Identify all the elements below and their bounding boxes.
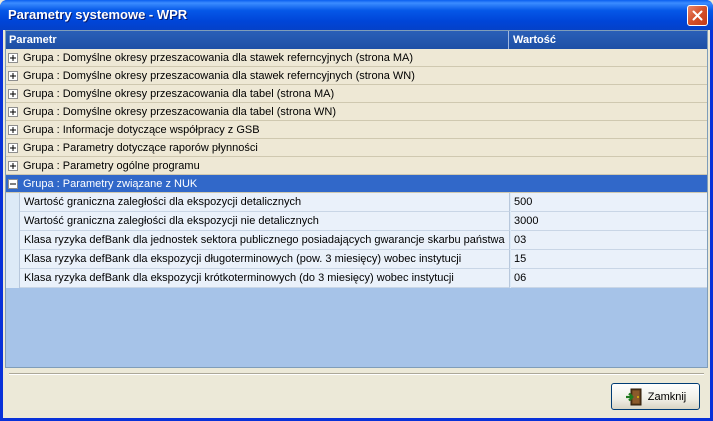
- group-row[interactable]: Grupa : Domyślne okresy przeszacowania d…: [6, 49, 707, 67]
- zamknij-button-label: Zamknij: [647, 390, 687, 403]
- collapse-icon[interactable]: [8, 179, 18, 189]
- group-label: Grupa : Domyślne okresy przeszacowania d…: [23, 88, 335, 100]
- group-row[interactable]: Grupa : Domyślne okresy przeszacowania d…: [6, 67, 707, 85]
- parameter-name: Klasa ryzyka defBank dla ekspozycji krót…: [20, 269, 510, 288]
- group-label: Grupa : Informacje dotyczące współpracy …: [23, 124, 260, 136]
- parameter-row[interactable]: Klasa ryzyka defBank dla jednostek sekto…: [6, 231, 707, 250]
- parameter-row[interactable]: Wartość graniczna zaległości dla ekspozy…: [6, 212, 707, 231]
- footer-separator: [9, 373, 704, 375]
- expand-icon[interactable]: [8, 107, 18, 117]
- row-indent: [6, 250, 20, 269]
- group-label: Grupa : Domyślne okresy przeszacowania d…: [23, 52, 414, 64]
- parameter-row[interactable]: Klasa ryzyka defBank dla ekspozycji dług…: [6, 250, 707, 269]
- group-label: Grupa : Domyślne okresy przeszacowania d…: [23, 70, 415, 82]
- parameter-name: Klasa ryzyka defBank dla ekspozycji dług…: [20, 250, 510, 269]
- parameters-grid[interactable]: Parametr Wartość Grupa : Domyślne okresy…: [5, 30, 708, 368]
- grid-header: Parametr Wartość: [6, 31, 707, 49]
- group-row[interactable]: Grupa : Domyślne okresy przeszacowania d…: [6, 103, 707, 121]
- window-title: Parametry systemowe - WPR: [8, 7, 188, 22]
- parameter-name: Klasa ryzyka defBank dla jednostek sekto…: [20, 231, 510, 250]
- group-row[interactable]: Grupa : Informacje dotyczące współpracy …: [6, 121, 707, 139]
- close-window-button[interactable]: [687, 5, 708, 26]
- expand-icon[interactable]: [8, 161, 18, 171]
- zamknij-button[interactable]: Zamknij: [611, 383, 700, 410]
- group-label: Grupa : Parametry dotyczące raporów płyn…: [23, 142, 258, 154]
- exit-door-icon: [625, 388, 642, 405]
- parameter-value[interactable]: 15: [511, 250, 707, 269]
- group-row[interactable]: Grupa : Parametry dotyczące raporów płyn…: [6, 139, 707, 157]
- expand-icon[interactable]: [8, 143, 18, 153]
- row-indent: [6, 193, 20, 212]
- group-row[interactable]: Grupa : Domyślne okresy przeszacowania d…: [6, 85, 707, 103]
- group-label: Grupa : Domyślne okresy przeszacowania d…: [23, 106, 337, 118]
- dialog-client-area: Parametr Wartość Grupa : Domyślne okresy…: [3, 30, 710, 418]
- expand-icon[interactable]: [8, 71, 18, 81]
- group-row-selected[interactable]: Grupa : Parametry związane z NUK: [6, 175, 707, 193]
- parameter-value[interactable]: 3000: [511, 212, 707, 231]
- expand-icon[interactable]: [8, 89, 18, 99]
- expand-icon[interactable]: [8, 125, 18, 135]
- dialog-window: Parametry systemowe - WPR Parametr Warto…: [0, 0, 713, 421]
- close-icon: [692, 10, 703, 21]
- group-row[interactable]: Grupa : Parametry ogólne programu: [6, 157, 707, 175]
- parameter-name: Wartość graniczna zaległości dla ekspozy…: [20, 212, 510, 231]
- parameter-value[interactable]: 06: [511, 269, 707, 288]
- group-label: Grupa : Parametry związane z NUK: [23, 178, 198, 190]
- parameter-name: Wartość graniczna zaległości dla ekspozy…: [20, 193, 510, 212]
- row-indent: [6, 231, 20, 250]
- group-label: Grupa : Parametry ogólne programu: [23, 160, 200, 172]
- parameter-row[interactable]: Wartość graniczna zaległości dla ekspozy…: [6, 193, 707, 212]
- parameter-row[interactable]: Klasa ryzyka defBank dla ekspozycji krót…: [6, 269, 707, 288]
- expand-icon[interactable]: [8, 53, 18, 63]
- column-header-wartosc[interactable]: Wartość: [510, 31, 707, 49]
- parameter-value[interactable]: 03: [511, 231, 707, 250]
- row-indent: [6, 269, 20, 288]
- title-bar[interactable]: Parametry systemowe - WPR: [0, 0, 713, 30]
- column-header-parametr[interactable]: Parametr: [6, 31, 509, 49]
- parameter-value[interactable]: 500: [511, 193, 707, 212]
- row-indent: [6, 212, 20, 231]
